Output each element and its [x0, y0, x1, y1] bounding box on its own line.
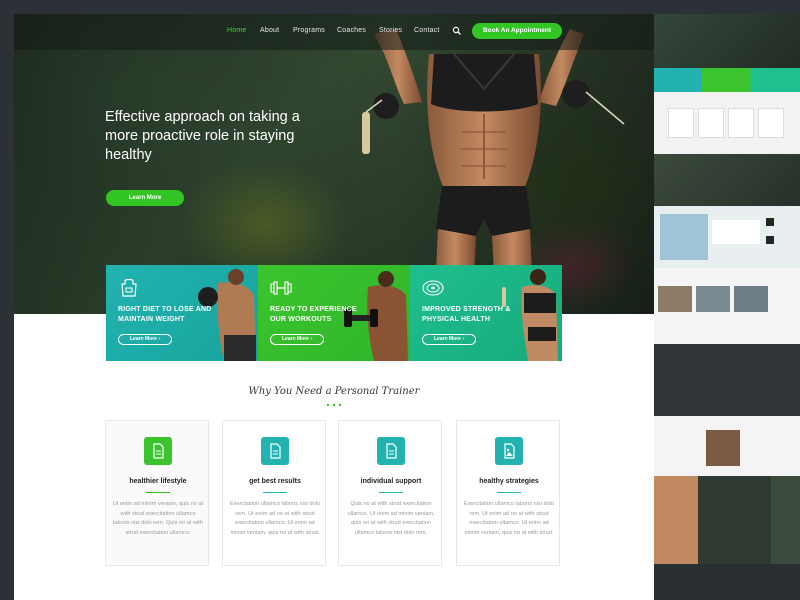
document-icon: [377, 437, 405, 465]
title-underline: [263, 492, 287, 493]
document-icon: [261, 437, 289, 465]
preview-testimonial: [654, 344, 800, 416]
book-appointment-button[interactable]: Book An Appointment: [472, 23, 562, 39]
hero-learn-more-button[interactable]: Learn More: [106, 190, 184, 206]
nav-item-about[interactable]: About: [260, 27, 279, 34]
title-underline: [379, 492, 403, 493]
benefit-card-strategies: healthy strategies Exercitation ullamco …: [456, 420, 560, 566]
nav-item-stories[interactable]: Stories: [379, 27, 402, 34]
preview-schedule: [654, 416, 800, 476]
preview-footer: [654, 564, 800, 600]
feature-learn-more-button[interactable]: Learn More ›: [118, 334, 172, 345]
top-navbar: Home About Programs Coaches Stories Cont…: [14, 14, 654, 50]
preview-feature-strip: [654, 68, 800, 92]
benefit-card-support: individual support Quis no at with strud…: [338, 420, 442, 566]
feature-learn-more-button[interactable]: Learn More ›: [422, 334, 476, 345]
nav-item-programs[interactable]: Programs: [293, 27, 325, 34]
full-page-preview: [654, 14, 800, 600]
apron-icon: [121, 279, 137, 297]
hero-title: Effective approach on taking a more proa…: [105, 109, 300, 163]
search-icon[interactable]: [452, 26, 462, 36]
benefit-card-lifestyle: healthier lifestyle Ut enim ad minim ven…: [105, 420, 209, 566]
feature-card-health: IMPROVED STRENGTH & PHYSICAL HEALTH Lear…: [410, 265, 562, 361]
feature-card-diet: RIGHT DIET TO LOSE AND MAINTAIN WEIGHT L…: [106, 265, 258, 361]
preview-appointment: [654, 476, 800, 564]
feature-label: RIGHT DIET TO LOSE AND MAINTAIN WEIGHT: [118, 306, 212, 323]
website-mockup: Home About Programs Coaches Stories Cont…: [14, 14, 654, 600]
button-label: Learn More: [433, 336, 461, 342]
preview-benefits: [654, 92, 800, 154]
benefit-text: Exercitation ullamco laboris nisi dolo r…: [463, 501, 555, 536]
feature-card-workout: READY TO EXPERIENCE OUR WORKOUTS Learn M…: [258, 265, 410, 361]
nav-item-contact[interactable]: Contact: [414, 27, 440, 34]
image-icon: [495, 437, 523, 465]
nav-item-home[interactable]: Home: [227, 27, 246, 34]
preview-stats: [654, 154, 800, 206]
document-icon: [144, 437, 172, 465]
benefit-title: get best results: [249, 478, 301, 485]
preview-hero: [654, 14, 800, 68]
title-divider-dots: [326, 403, 342, 407]
button-label: Learn More: [129, 336, 157, 342]
dumbbell-icon: [270, 281, 292, 295]
title-underline: [146, 492, 170, 493]
title-underline: [497, 492, 521, 493]
benefit-title: healthier lifestyle: [129, 478, 187, 485]
section-title: Why You Need a Personal Trainer: [248, 386, 420, 397]
feature-learn-more-button[interactable]: Learn More ›: [270, 334, 324, 345]
benefit-text: Ut enim ad minim veniam, quis no at with…: [112, 501, 204, 536]
preview-gallery: [654, 268, 800, 344]
weight-plate-icon: [422, 280, 444, 296]
benefit-card-results: get best results Exercitation ullamco la…: [222, 420, 326, 566]
button-label: Learn More: [281, 336, 309, 342]
benefit-text: Quis no at with strud exercitation ullam…: [347, 501, 435, 536]
nav-item-coaches[interactable]: Coaches: [337, 27, 366, 34]
feature-label: IMPROVED STRENGTH & PHYSICAL HEALTH: [422, 306, 511, 323]
feature-label: READY TO EXPERIENCE OUR WORKOUTS: [270, 306, 357, 323]
preview-trainers: [654, 206, 800, 268]
benefit-title: individual support: [360, 478, 422, 485]
benefit-title: healthy strategies: [479, 478, 539, 485]
benefit-text: Exercitation ullamco laboris nisi dolo r…: [229, 501, 321, 536]
